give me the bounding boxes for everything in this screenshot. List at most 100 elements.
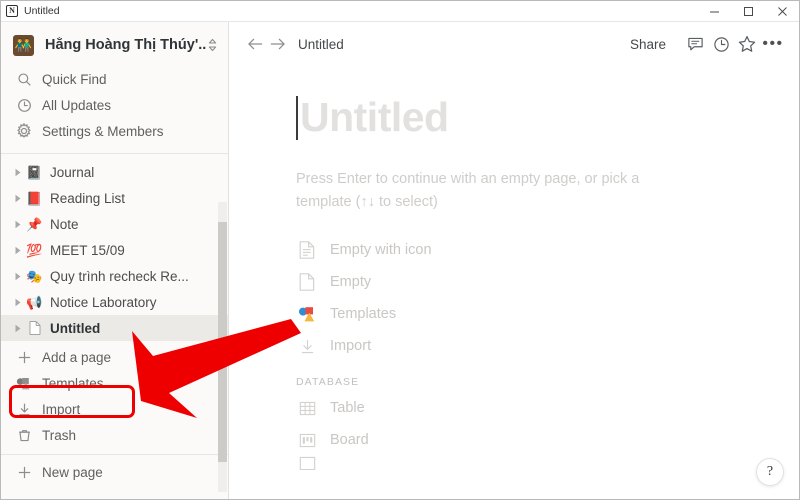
comment-icon[interactable] bbox=[682, 31, 708, 57]
closed-book-emoji: 📕 bbox=[25, 192, 44, 205]
option-import[interactable]: Import bbox=[296, 330, 800, 362]
sidebar-item-add-a-page[interactable]: Add a page bbox=[1, 344, 228, 370]
sidebar-page-label: Notice Laboratory bbox=[50, 295, 157, 310]
sidebar-page-quy-trinh-recheck[interactable]: 🎭 Quy trình recheck Re... bbox=[1, 263, 228, 289]
sidebar-item-label: All Updates bbox=[42, 98, 111, 113]
maximize-button[interactable] bbox=[731, 1, 765, 22]
option-empty[interactable]: Empty bbox=[296, 266, 800, 298]
page-title[interactable]: Untitled bbox=[300, 94, 449, 140]
sidebar-item-trash[interactable]: Trash bbox=[1, 422, 228, 448]
page-icon bbox=[25, 321, 44, 335]
sidebar-item-settings-members[interactable]: Settings & Members bbox=[1, 118, 228, 144]
option-table[interactable]: Table bbox=[296, 392, 800, 424]
pushpin-emoji: 📌 bbox=[25, 218, 44, 231]
sidebar-item-label: Templates bbox=[42, 376, 104, 391]
text-caret bbox=[296, 96, 298, 140]
help-button[interactable]: ? bbox=[756, 458, 784, 486]
option-board[interactable]: Board bbox=[296, 424, 800, 456]
notion-logo-icon: N bbox=[6, 5, 18, 17]
plus-icon bbox=[15, 350, 33, 365]
share-button[interactable]: Share bbox=[630, 37, 666, 52]
page-with-icon-icon bbox=[296, 241, 318, 259]
arrow-left-icon[interactable] bbox=[244, 33, 266, 55]
sidebar-item-label: Settings & Members bbox=[42, 124, 164, 139]
option-partial-cut-off[interactable] bbox=[296, 456, 800, 470]
sidebar-page-label: Quy trình recheck Re... bbox=[50, 269, 189, 284]
sidebar-item-label: Quick Find bbox=[42, 72, 107, 87]
option-empty-with-icon[interactable]: Empty with icon bbox=[296, 234, 800, 266]
sidebar-page-reading-list[interactable]: 📕 Reading List bbox=[1, 185, 228, 211]
sidebar-item-templates[interactable]: Templates bbox=[1, 370, 228, 396]
sidebar-page-tree: 📓 Journal 📕 Reading List 📌 Note 💯 MEET 1… bbox=[1, 157, 228, 341]
list-icon bbox=[296, 456, 318, 470]
option-templates[interactable]: Templates bbox=[296, 298, 800, 330]
sidebar-item-all-updates[interactable]: All Updates bbox=[1, 92, 228, 118]
import-icon bbox=[15, 402, 33, 417]
search-icon bbox=[15, 72, 33, 87]
topbar-actions: Share ••• bbox=[630, 31, 786, 57]
chevron-right-icon[interactable] bbox=[11, 220, 25, 229]
option-label: Import bbox=[330, 338, 371, 354]
two-people-emoji: 👬 bbox=[15, 38, 32, 52]
sidebar-item-label: Add a page bbox=[42, 350, 111, 365]
option-label: Table bbox=[330, 400, 365, 416]
page-icon bbox=[296, 273, 318, 291]
sidebar-item-quick-find[interactable]: Quick Find bbox=[1, 66, 228, 92]
loudspeaker-emoji: 📢 bbox=[25, 296, 44, 309]
chevron-right-icon[interactable] bbox=[11, 168, 25, 177]
hundred-points-emoji: 💯 bbox=[25, 244, 44, 257]
sidebar-page-label: Untitled bbox=[50, 321, 100, 336]
table-icon bbox=[296, 400, 318, 417]
sidebar-page-label: Reading List bbox=[50, 191, 125, 206]
arrow-right-icon[interactable] bbox=[266, 33, 288, 55]
clock-icon bbox=[15, 98, 33, 113]
chevron-right-icon[interactable] bbox=[11, 194, 25, 203]
sidebar-page-journal[interactable]: 📓 Journal bbox=[1, 159, 228, 185]
workspace-name: Hằng Hoàng Thị Thúy'... bbox=[45, 37, 206, 53]
database-section-header: DATABASE bbox=[296, 376, 800, 388]
sidebar-scrollbar-thumb[interactable] bbox=[218, 222, 227, 462]
sidebar-page-label: Journal bbox=[50, 165, 94, 180]
sidebar-page-label: MEET 15/09 bbox=[50, 243, 125, 258]
sidebar-page-untitled[interactable]: Untitled bbox=[1, 315, 228, 341]
option-label: Empty with icon bbox=[330, 242, 432, 258]
sidebar-item-label: New page bbox=[42, 465, 103, 480]
chevron-right-icon[interactable] bbox=[11, 298, 25, 307]
sidebar-page-notice-laboratory[interactable]: 📢 Notice Laboratory bbox=[1, 289, 228, 315]
page-title-row[interactable]: Untitled bbox=[296, 94, 800, 148]
sidebar-nav: Quick Find All Updates Settings bbox=[1, 64, 228, 150]
template-option-list: Empty with icon Empty bbox=[296, 234, 800, 470]
sidebar-item-import[interactable]: Import bbox=[1, 396, 228, 422]
sidebar-page-note[interactable]: 📌 Note bbox=[1, 211, 228, 237]
page-hint-text: Press Enter to continue with an empty pa… bbox=[296, 168, 664, 214]
sidebar-item-label: Import bbox=[42, 402, 80, 417]
clock-icon[interactable] bbox=[708, 31, 734, 57]
star-icon[interactable] bbox=[734, 31, 760, 57]
more-horizontal-icon[interactable]: ••• bbox=[760, 31, 786, 57]
chevron-right-icon[interactable] bbox=[11, 272, 25, 281]
page-body: Untitled Press Enter to continue with an… bbox=[230, 66, 800, 470]
breadcrumb[interactable]: Untitled bbox=[298, 37, 344, 52]
close-button[interactable] bbox=[765, 1, 799, 22]
sidebar-divider bbox=[1, 153, 228, 154]
sidebar-page-meet-1509[interactable]: 💯 MEET 15/09 bbox=[1, 237, 228, 263]
chevron-right-icon[interactable] bbox=[11, 324, 25, 333]
sidebar-page-label: Note bbox=[50, 217, 79, 232]
window-titlebar: N Untitled bbox=[1, 1, 799, 22]
notion-window: N Untitled 👬 Hằng Hoàng Thị Thúy'... bbox=[0, 0, 800, 500]
page-topbar: Untitled Share ••• bbox=[230, 22, 800, 66]
option-label: Board bbox=[330, 432, 369, 448]
main-content: Untitled Share ••• Untitled bbox=[230, 22, 800, 500]
chevron-up-down-icon bbox=[206, 38, 218, 52]
templates-icon bbox=[15, 376, 33, 391]
workspace-switcher[interactable]: 👬 Hằng Hoàng Thị Thúy'... bbox=[1, 26, 228, 64]
chevron-right-icon[interactable] bbox=[11, 246, 25, 255]
minimize-button[interactable] bbox=[697, 1, 731, 22]
option-label: Empty bbox=[330, 274, 371, 290]
workspace-avatar: 👬 bbox=[13, 35, 34, 56]
sidebar-item-new-page[interactable]: New page bbox=[1, 458, 228, 486]
window-title: Untitled bbox=[24, 5, 60, 17]
option-label: Templates bbox=[330, 306, 396, 322]
window-controls bbox=[697, 1, 799, 22]
sidebar-actions: Add a page Templates Import bbox=[1, 341, 228, 448]
